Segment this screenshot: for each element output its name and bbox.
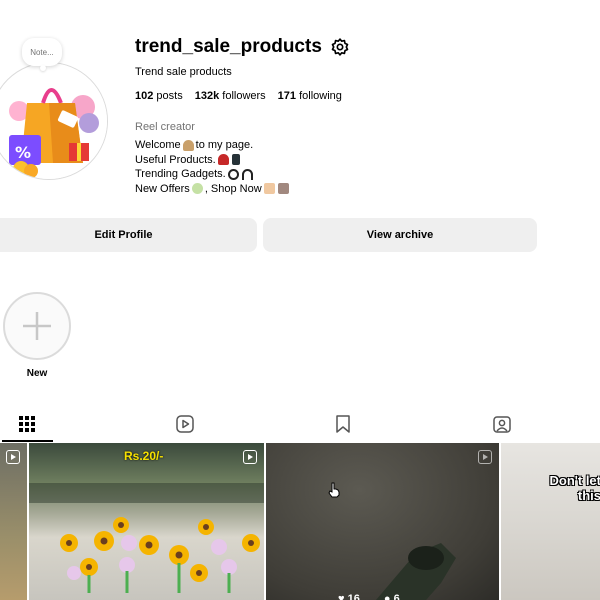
profile-avatar-area[interactable]: % bbox=[0, 62, 112, 182]
active-tab-indicator bbox=[2, 440, 53, 442]
new-highlight-button[interactable] bbox=[3, 292, 71, 360]
tab-posts[interactable] bbox=[17, 414, 37, 434]
bio-text: to my page. bbox=[195, 139, 254, 151]
tagged-person-icon bbox=[493, 416, 511, 433]
watch-emoji-icon bbox=[227, 168, 239, 180]
bio-text: Welcome bbox=[135, 139, 181, 151]
reel-indicator-icon bbox=[6, 450, 20, 464]
heart-icon: ♥ bbox=[338, 593, 345, 600]
bio-text: Trending Gadgets. bbox=[135, 168, 226, 180]
sunflower-toys-image bbox=[29, 483, 264, 593]
bio-line: New Offers , Shop Now bbox=[135, 182, 290, 197]
edit-profile-button[interactable]: Edit Profile bbox=[0, 218, 257, 252]
hand-pointer-cursor-icon bbox=[328, 482, 340, 498]
posts-grid-icon bbox=[19, 416, 35, 432]
bio: Welcome to my page. Useful Products. Tre… bbox=[135, 138, 290, 196]
headphones-emoji-icon bbox=[241, 168, 253, 180]
saved-bookmark-icon bbox=[336, 415, 350, 433]
followers-stat[interactable]: 132k followers bbox=[195, 90, 266, 102]
bio-text: Useful Products. bbox=[135, 153, 216, 166]
tab-tagged[interactable] bbox=[492, 414, 512, 434]
comments-count: ● 6 bbox=[384, 593, 400, 600]
new-highlight-label: New bbox=[26, 368, 48, 379]
note-bubble[interactable]: Note... bbox=[22, 38, 62, 71]
following-stat[interactable]: 171 following bbox=[278, 90, 342, 102]
bio-line: Trending Gadgets. bbox=[135, 167, 290, 182]
bio-text: New Offers bbox=[135, 182, 190, 195]
gadget-image bbox=[376, 543, 456, 600]
offer-emoji-icon bbox=[191, 183, 203, 195]
plus-icon bbox=[23, 312, 51, 340]
bio-line: Useful Products. bbox=[135, 153, 290, 168]
post-tile[interactable]: Don't let this bbox=[501, 443, 600, 600]
avatar[interactable]: % bbox=[0, 62, 108, 180]
settings-gear-icon[interactable] bbox=[330, 37, 350, 57]
post-tile[interactable]: ♥ 16 ● 6 bbox=[266, 443, 499, 600]
praying-hands-emoji-icon bbox=[182, 139, 194, 151]
comment-icon: ● bbox=[383, 593, 391, 600]
username-row: trend_sale_products bbox=[135, 36, 350, 58]
post-tile[interactable] bbox=[0, 443, 27, 600]
full-name: Trend sale products bbox=[135, 66, 232, 78]
post-engagement: ♥ 16 ● 6 bbox=[338, 593, 400, 600]
likes-count: ♥ 16 bbox=[338, 593, 360, 600]
profile-tabs bbox=[0, 403, 600, 442]
bio-line: Welcome to my page. bbox=[135, 138, 290, 153]
svg-text:%: % bbox=[15, 143, 31, 162]
dress-emoji-icon bbox=[217, 154, 229, 166]
tab-reels[interactable] bbox=[175, 414, 195, 434]
pointing-hand-emoji-icon bbox=[263, 183, 275, 195]
bio-text: , Shop Now bbox=[204, 182, 262, 195]
category-label: Reel creator bbox=[135, 121, 195, 133]
phone-emoji-icon bbox=[231, 154, 240, 166]
username: trend_sale_products bbox=[135, 36, 322, 57]
tab-saved[interactable] bbox=[333, 414, 353, 434]
view-archive-button[interactable]: View archive bbox=[263, 218, 537, 252]
profile-stats: 102 posts 132k followers 171 following bbox=[135, 90, 342, 102]
overlay-caption: Don't let this bbox=[549, 473, 600, 503]
reels-icon bbox=[176, 415, 194, 433]
posts-stat: 102 posts bbox=[135, 90, 183, 102]
box-emoji-icon bbox=[277, 183, 289, 195]
shopping-bag-logo: % bbox=[0, 63, 107, 179]
posts-grid: Rs.20/- ♥ 16 ● 6 Don't let this bbox=[0, 443, 600, 600]
post-tile[interactable]: Rs.20/- bbox=[29, 443, 264, 600]
